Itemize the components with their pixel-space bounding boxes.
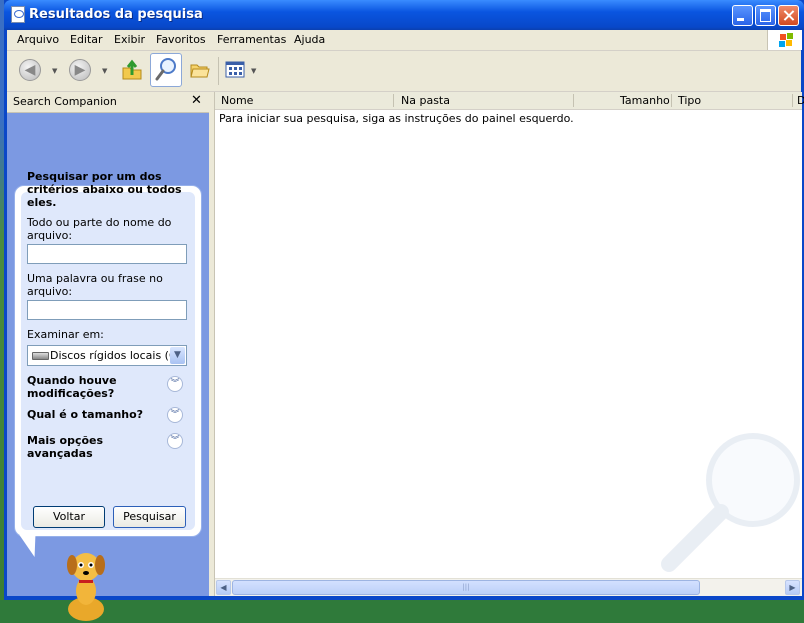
search-results-window: Resultados da pesquisa Arquivo Editar Ex… (4, 0, 804, 621)
search-submit-button[interactable]: Pesquisar (113, 506, 186, 528)
lookin-select[interactable]: Discos rígidos locais (C:) ▼ (27, 345, 187, 366)
scroll-thumb[interactable]: ||| (232, 580, 700, 595)
companion-title: Search Companion (13, 95, 117, 108)
close-button[interactable] (778, 5, 799, 26)
search-dog-icon (67, 553, 105, 621)
companion-header: Search Companion ✕ (7, 92, 209, 113)
forward-arrow-icon[interactable]: ▶ (69, 59, 91, 81)
column-size[interactable]: Tamanho (620, 94, 670, 107)
column-divider[interactable] (573, 94, 574, 107)
toolbar: ◀ ▼ ▶ ▼ ▼ (7, 51, 801, 92)
companion-close-icon[interactable]: ✕ (191, 93, 202, 108)
advanced-option[interactable]: Mais opções avançadas (27, 434, 167, 460)
menu-favoritos[interactable]: Favoritos (156, 33, 206, 46)
menu-editar[interactable]: Editar (70, 33, 103, 46)
windows-logo-icon (767, 30, 802, 50)
column-header: Nome Na pasta Tamanho Tipo D (215, 92, 804, 110)
column-divider[interactable] (393, 94, 394, 107)
views-icon[interactable] (225, 60, 247, 80)
back-button[interactable]: Voltar (33, 506, 105, 528)
column-name[interactable]: Nome (221, 94, 253, 107)
window-title: Resultados da pesquisa (29, 7, 203, 22)
folder-up-icon[interactable] (121, 59, 143, 81)
horizontal-scrollbar[interactable]: ◀ ||| ▶ (215, 578, 802, 596)
lookin-value: Discos rígidos locais (C:) (50, 349, 185, 362)
instruction-message: Para iniciar sua pesquisa, siga as instr… (219, 112, 574, 125)
column-folder[interactable]: Na pasta (401, 94, 450, 107)
lookin-label: Examinar em: (27, 328, 104, 341)
results-pane: Nome Na pasta Tamanho Tipo D Para inicia… (214, 92, 804, 596)
phrase-label: Uma palavra ou frase no arquivo: (27, 272, 163, 298)
expand-chevron-icon[interactable]: ︾ (167, 407, 183, 423)
column-divider[interactable] (792, 94, 793, 107)
hard-drive-icon (32, 352, 49, 360)
search-button[interactable] (150, 53, 182, 87)
folders-icon[interactable] (189, 59, 211, 81)
forward-dropdown-icon[interactable]: ▼ (102, 67, 107, 75)
menu-exibir[interactable]: Exibir (114, 33, 145, 46)
menu-bar: Arquivo Editar Exibir Favoritos Ferramen… (7, 30, 802, 51)
back-arrow-icon[interactable]: ◀ (19, 59, 41, 81)
magnifier-icon (155, 58, 176, 81)
column-date[interactable]: D (797, 94, 804, 107)
search-heading: Pesquisar por um dos critérios abaixo ou… (27, 170, 182, 209)
column-type[interactable]: Tipo (678, 94, 701, 107)
expand-chevron-icon[interactable]: ︾ (167, 433, 183, 449)
chevron-down-icon[interactable]: ▼ (170, 347, 185, 364)
minimize-button[interactable] (732, 5, 753, 26)
menu-arquivo[interactable]: Arquivo (17, 33, 59, 46)
expand-chevron-icon[interactable]: ︾ (167, 376, 183, 392)
filename-input[interactable] (27, 244, 187, 264)
bubble-tail (19, 535, 43, 557)
toolbar-separator (218, 57, 219, 85)
window-client: Arquivo Editar Exibir Favoritos Ferramen… (7, 30, 804, 621)
menu-ferramentas[interactable]: Ferramentas (217, 33, 286, 46)
title-bar[interactable]: Resultados da pesquisa (4, 0, 804, 30)
maximize-button[interactable] (755, 5, 776, 26)
scroll-left-icon[interactable]: ◀ (216, 580, 231, 595)
modified-option[interactable]: Quando houve modificações? (27, 374, 167, 400)
column-divider[interactable] (671, 94, 672, 107)
scroll-right-icon[interactable]: ▶ (785, 580, 800, 595)
magnifier-watermark-icon (661, 433, 800, 572)
size-option[interactable]: Qual é o tamanho? (27, 408, 167, 421)
menu-ajuda[interactable]: Ajuda (294, 33, 325, 46)
search-companion-pane: Search Companion ✕ Pesquisar por um dos … (7, 92, 209, 621)
phrase-input[interactable] (27, 300, 187, 320)
search-window-icon (11, 6, 25, 23)
filename-label: Todo ou parte do nome do arquivo: (27, 216, 172, 242)
back-dropdown-icon[interactable]: ▼ (52, 67, 57, 75)
views-dropdown-icon[interactable]: ▼ (251, 67, 256, 75)
